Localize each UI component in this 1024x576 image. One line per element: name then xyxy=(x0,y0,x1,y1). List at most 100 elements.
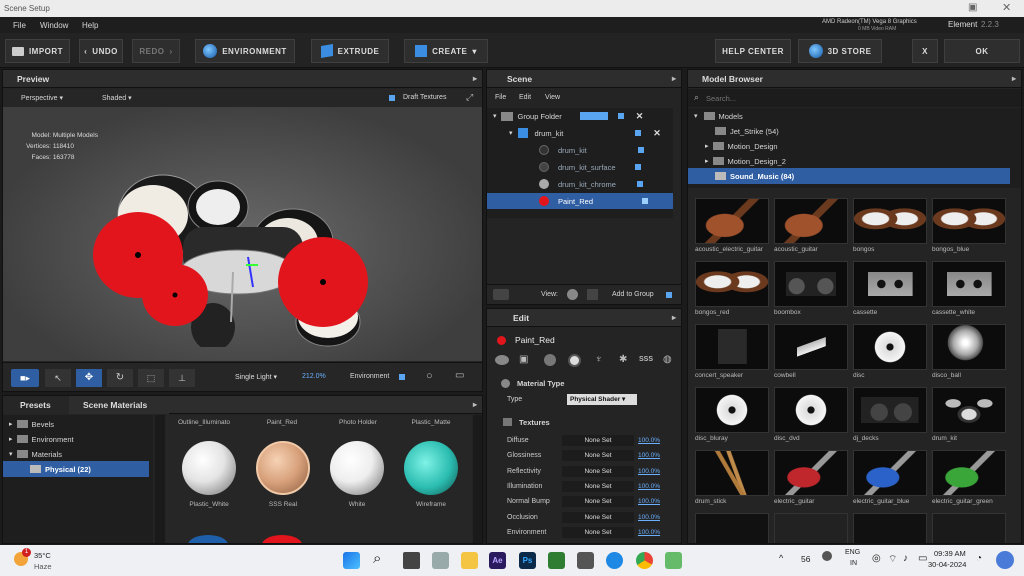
screen-view-icon[interactable]: ▭ xyxy=(455,370,464,381)
property-percent[interactable]: 100.0% xyxy=(638,468,660,475)
expand-arrow-icon[interactable]: ▾ xyxy=(9,450,13,458)
after-effects-icon[interactable]: Ae xyxy=(489,552,506,569)
notifications-icon[interactable]: ◔ xyxy=(976,553,982,564)
panel-arrow-icon[interactable]: ▸ xyxy=(672,74,676,83)
scene-menu-file[interactable]: File xyxy=(495,94,506,101)
tree-item-motion-design-2[interactable]: ▸ Motion_Design_2 xyxy=(688,153,1021,169)
menu-help[interactable]: Help xyxy=(82,21,98,30)
scene-item-group-folder[interactable]: ▾ Group Folder ✕ xyxy=(487,108,673,124)
clock-date[interactable]: 30-04-2024 xyxy=(928,560,966,569)
visibility-checkbox[interactable] xyxy=(617,113,624,119)
boombox-model-thumbnail[interactable] xyxy=(774,261,848,307)
property-value-field[interactable]: None Set xyxy=(562,480,634,492)
widgets-icon[interactable] xyxy=(432,552,449,569)
scene-menu-edit[interactable]: Edit xyxy=(519,94,531,101)
app-green-icon[interactable] xyxy=(548,552,565,569)
expand-arrow-icon[interactable]: ▸ xyxy=(705,157,709,165)
restore-icon[interactable]: ▣ xyxy=(968,2,977,13)
presets-splitter[interactable] xyxy=(155,415,165,543)
select-tool-icon[interactable]: ↖ xyxy=(45,369,71,387)
cowbell-model-thumbnail[interactable] xyxy=(774,324,848,370)
decks-model-thumbnail[interactable] xyxy=(853,387,927,433)
rotate-tool-icon[interactable]: ↻ xyxy=(107,369,133,387)
material-sphere-partial[interactable] xyxy=(262,535,302,543)
property-percent[interactable]: 100.0% xyxy=(638,452,660,459)
add-to-group-button[interactable]: Add to Group xyxy=(612,291,654,298)
tree-item-materials[interactable]: ▾ Materials xyxy=(3,446,153,462)
import-button[interactable]: IMPORT xyxy=(5,39,70,63)
environment-checkbox[interactable] xyxy=(399,374,405,380)
bulb-icon[interactable]: ✱ xyxy=(619,354,627,365)
cassette-model-thumbnail[interactable] xyxy=(932,261,1006,307)
visibility-checkbox[interactable] xyxy=(634,164,641,170)
3d-store-button[interactable]: 3D STORE xyxy=(798,39,882,63)
scene-item-material[interactable]: drum_kit xyxy=(487,142,673,158)
light-mode-dropdown[interactable]: Single Light ▾ xyxy=(235,373,277,381)
model-thumbnail-partial[interactable] xyxy=(932,513,1006,543)
model-thumbnail-partial[interactable] xyxy=(853,513,927,543)
panel-arrow-icon[interactable]: ▸ xyxy=(672,313,676,322)
expand-arrow-icon[interactable]: ▸ xyxy=(9,420,13,428)
texture-property-row[interactable]: Environment None Set 100.0% xyxy=(487,525,672,540)
material-sphere[interactable] xyxy=(330,441,384,495)
material-sphere[interactable] xyxy=(404,441,458,495)
light-percent[interactable]: 212.0% xyxy=(302,373,326,380)
cancel-button[interactable]: X xyxy=(912,39,938,63)
task-view-icon[interactable] xyxy=(403,552,420,569)
photoshop-icon[interactable]: Ps xyxy=(519,552,536,569)
tree-item-environment[interactable]: ▸ Environment xyxy=(3,431,153,447)
delete-icon[interactable]: ✕ xyxy=(653,128,661,139)
image-icon[interactable]: ▣ xyxy=(519,354,528,365)
texture-property-row[interactable]: Normal Bump None Set 100.0% xyxy=(487,494,672,509)
language[interactable]: ENG xyxy=(845,549,860,556)
add-to-group-checkbox[interactable] xyxy=(666,292,672,298)
undo-button[interactable]: ‹ UNDO xyxy=(79,39,123,63)
menu-file[interactable]: File xyxy=(13,21,26,30)
create-button[interactable]: CREATE ▾ xyxy=(404,39,488,63)
torch-icon[interactable]: ♆ xyxy=(595,354,603,365)
tree-item-jet-strike[interactable]: Jet_Strike (54) xyxy=(688,123,1021,139)
property-value-field[interactable]: None Set xyxy=(562,450,634,462)
bongos-model-thumbnail[interactable] xyxy=(932,198,1006,244)
drum-kit-model[interactable] xyxy=(83,147,383,347)
status-icon[interactable] xyxy=(822,551,832,561)
camera-tool-icon[interactable]: ■▸ xyxy=(11,369,39,387)
expand-arrow-icon[interactable]: ▸ xyxy=(705,142,709,150)
panel-arrow-icon[interactable]: ▸ xyxy=(1012,74,1016,83)
disc-model-thumbnail[interactable] xyxy=(774,387,848,433)
sphere-view-icon[interactable] xyxy=(567,289,578,300)
redo-button[interactable]: REDO › xyxy=(132,39,180,63)
view-mode-dropdown[interactable]: Perspective ▾ xyxy=(21,94,63,102)
expand-arrow-icon[interactable]: ▾ xyxy=(694,112,698,120)
disc-model-thumbnail[interactable] xyxy=(853,324,927,370)
volume-icon[interactable]: ♪ xyxy=(903,553,908,564)
tree-item-models[interactable]: ▾ Models xyxy=(688,108,1021,124)
tab-presets[interactable]: Presets xyxy=(3,395,69,414)
help-center-button[interactable]: HELP CENTER xyxy=(715,39,791,63)
scene-item-material[interactable]: drum_kit_chrome xyxy=(487,176,673,192)
property-value-field[interactable]: None Set xyxy=(562,465,634,477)
property-percent[interactable]: 100.0% xyxy=(638,483,660,490)
ok-button[interactable]: OK xyxy=(944,39,1020,63)
speaker-model-thumbnail[interactable] xyxy=(695,324,769,370)
property-percent[interactable]: 100.0% xyxy=(638,437,660,444)
presets-scrollbar[interactable] xyxy=(473,415,482,543)
battery-icon[interactable]: ▭ xyxy=(918,553,927,564)
panel-arrow-icon[interactable]: ▸ xyxy=(473,74,477,83)
guitar-model-thumbnail[interactable] xyxy=(774,450,848,496)
property-value-field[interactable]: None Set xyxy=(562,526,634,538)
tree-item-bevels[interactable]: ▸ Bevels xyxy=(3,416,153,432)
move-tool-icon[interactable]: ✥ xyxy=(76,369,102,387)
search-icon[interactable]: ⌕ xyxy=(373,550,381,567)
expand-arrow-icon[interactable]: ▸ xyxy=(9,435,13,443)
bongos-model-thumbnail[interactable] xyxy=(853,198,927,244)
circle-view-icon[interactable]: ○ xyxy=(426,370,433,382)
visibility-checkbox[interactable] xyxy=(637,147,644,153)
property-percent[interactable]: 100.0% xyxy=(638,529,660,536)
scene-menu-view[interactable]: View xyxy=(545,94,560,101)
edge-icon[interactable] xyxy=(606,552,623,569)
disco-ball-model-thumbnail[interactable] xyxy=(932,324,1006,370)
material-sphere[interactable] xyxy=(182,441,236,495)
scene-item-paint-red[interactable]: Paint_Red xyxy=(487,193,673,209)
texture-property-row[interactable]: Diffuse None Set 100.0% xyxy=(487,433,672,448)
